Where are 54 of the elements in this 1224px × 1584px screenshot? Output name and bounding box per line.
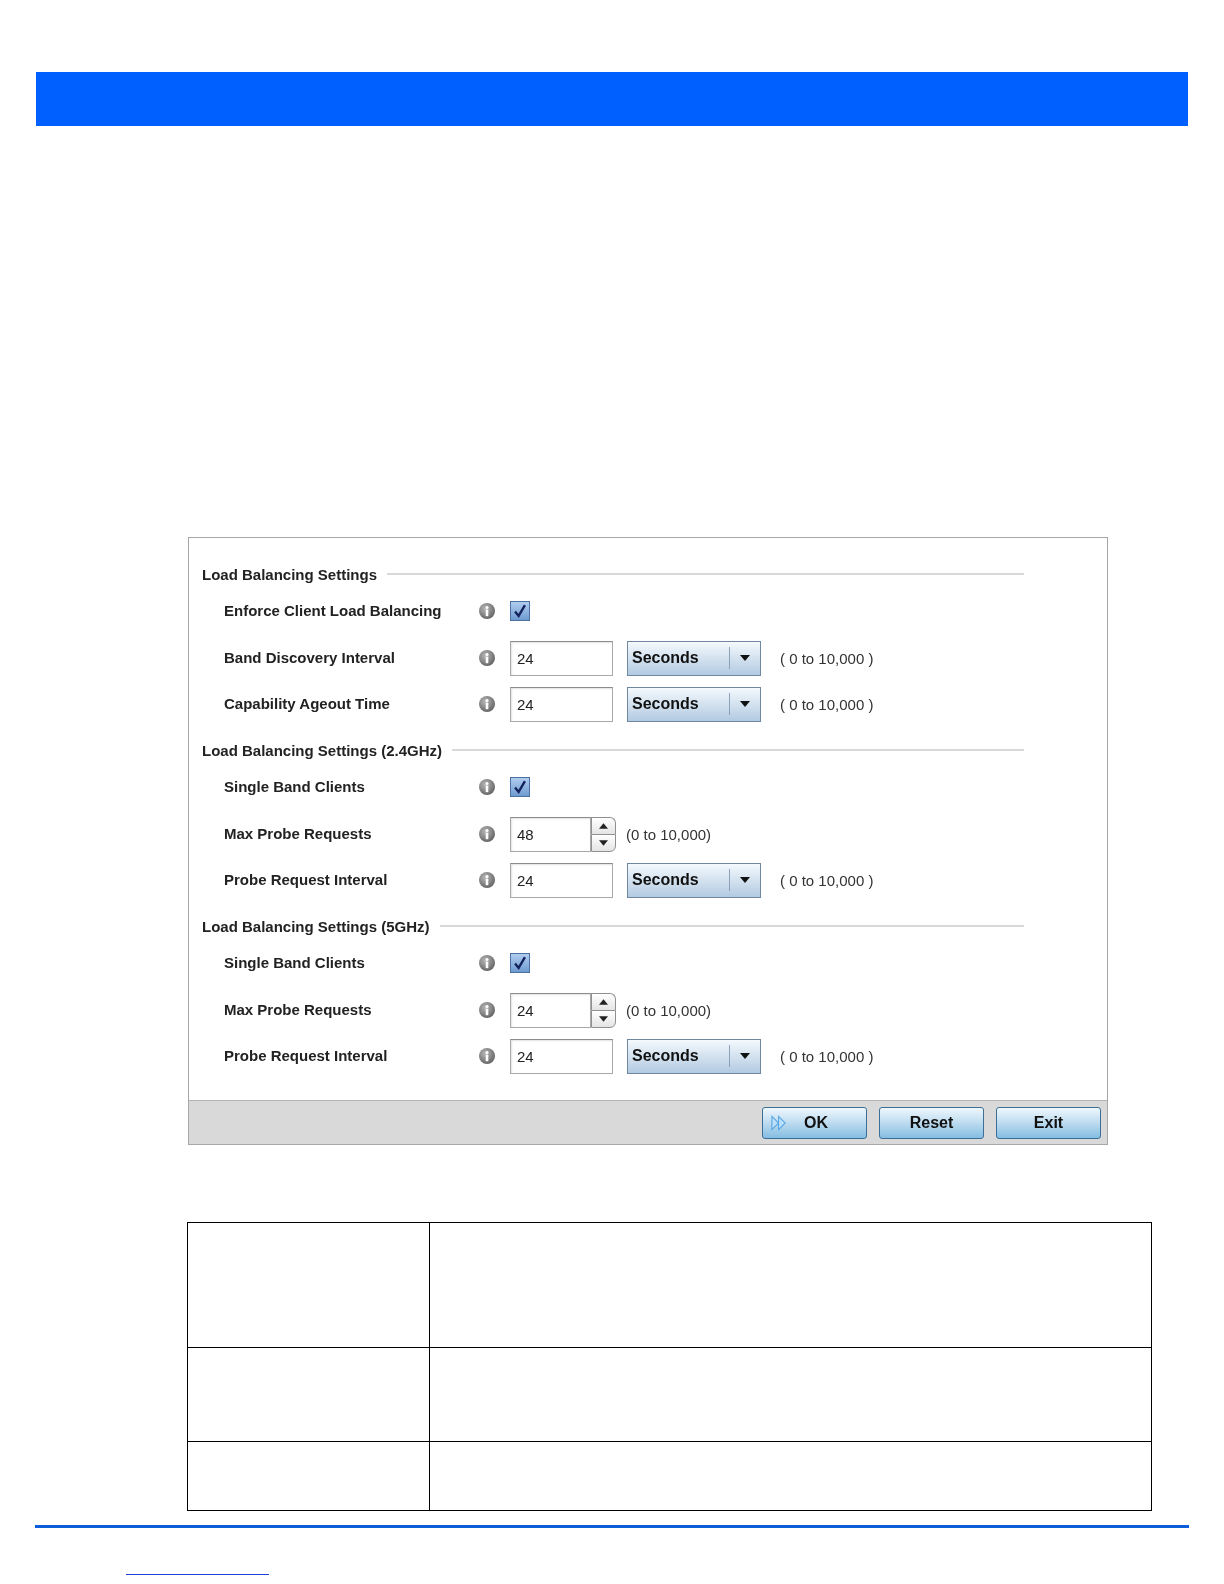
reset-button[interactable]: Reset bbox=[879, 1106, 984, 1139]
info-icon[interactable] bbox=[479, 779, 495, 795]
number-field[interactable]: 24 bbox=[510, 640, 613, 676]
info-icon[interactable] bbox=[479, 1002, 495, 1018]
range-hint: (0 to 10,000) bbox=[626, 1001, 712, 1019]
unit-dropdown[interactable]: Seconds bbox=[627, 862, 761, 898]
info-icon[interactable] bbox=[479, 603, 495, 619]
info-icon[interactable] bbox=[479, 696, 495, 712]
unit-dropdown[interactable]: Seconds bbox=[627, 686, 761, 722]
number-field[interactable]: 48 bbox=[510, 816, 591, 852]
number-field[interactable]: 24 bbox=[510, 992, 591, 1028]
range-hint: ( 0 to 10,000 ) bbox=[780, 695, 874, 713]
section-heading: Load Balancing Settings (5GHz) bbox=[202, 917, 430, 935]
range-hint: ( 0 to 10,000 ) bbox=[780, 649, 874, 667]
info-icon[interactable] bbox=[479, 955, 495, 971]
caret-icon bbox=[740, 877, 750, 883]
field-label: Max Probe Requests bbox=[224, 1001, 372, 1018]
field-label: Enforce Client Load Balancing bbox=[224, 602, 442, 619]
field-label: Single Band Clients bbox=[224, 778, 365, 795]
triangle-up-icon bbox=[599, 822, 608, 829]
checkbox[interactable] bbox=[510, 953, 530, 973]
ok-button[interactable]: OK bbox=[762, 1106, 867, 1139]
number-field[interactable]: 24 bbox=[510, 1038, 613, 1074]
range-hint: (0 to 10,000) bbox=[626, 825, 712, 843]
field-label: Max Probe Requests bbox=[224, 825, 372, 842]
unit-dropdown[interactable]: Seconds bbox=[627, 1038, 761, 1074]
field-label: Band Discovery Interval bbox=[224, 649, 395, 666]
range-hint: ( 0 to 10,000 ) bbox=[780, 1047, 874, 1065]
triangle-down-icon bbox=[599, 1015, 608, 1022]
fast-forward-icon bbox=[771, 1114, 788, 1131]
triangle-up-icon bbox=[599, 998, 608, 1005]
caret-icon bbox=[740, 701, 750, 707]
info-icon[interactable] bbox=[479, 650, 495, 666]
info-icon[interactable] bbox=[479, 826, 495, 842]
unit-dropdown[interactable]: Seconds bbox=[627, 640, 761, 676]
info-icon[interactable] bbox=[479, 872, 495, 888]
checkbox[interactable] bbox=[510, 601, 530, 621]
number-field[interactable]: 24 bbox=[510, 686, 613, 722]
field-label: Capability Ageout Time bbox=[224, 695, 390, 712]
section-heading: Load Balancing Settings (2.4GHz) bbox=[202, 741, 443, 759]
info-icon[interactable] bbox=[479, 1048, 495, 1064]
section-heading: Load Balancing Settings bbox=[202, 565, 378, 583]
exit-button[interactable]: Exit bbox=[996, 1106, 1101, 1139]
checkbox[interactable] bbox=[510, 777, 530, 797]
caret-icon bbox=[740, 655, 750, 661]
increment-button[interactable] bbox=[591, 816, 616, 834]
range-hint: ( 0 to 10,000 ) bbox=[780, 871, 874, 889]
caret-icon bbox=[740, 1053, 750, 1059]
number-field[interactable]: 24 bbox=[510, 862, 613, 898]
field-label: Probe Request Interval bbox=[224, 1047, 388, 1064]
increment-button[interactable] bbox=[591, 992, 616, 1010]
field-label: Probe Request Interval bbox=[224, 871, 388, 888]
field-label: Single Band Clients bbox=[224, 954, 365, 971]
triangle-down-icon bbox=[599, 839, 608, 846]
